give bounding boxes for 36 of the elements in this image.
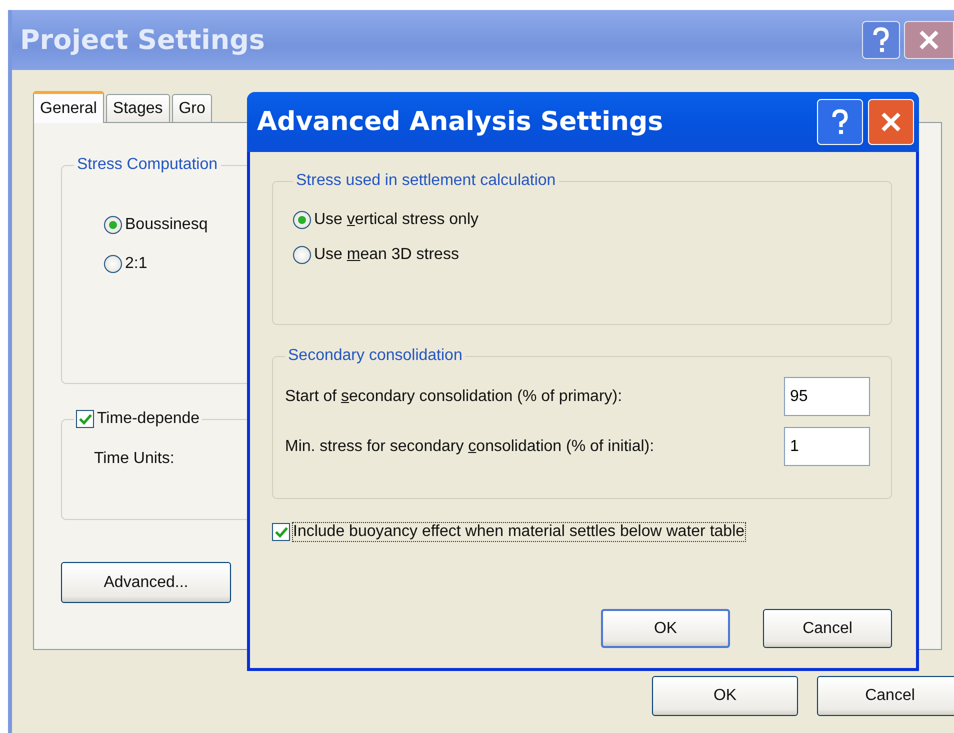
input-field[interactable]: 1 bbox=[784, 427, 870, 466]
radio-label[interactable]: Use mean 3D stress bbox=[314, 246, 459, 264]
tab[interactable]: General bbox=[33, 91, 104, 123]
radio-button[interactable] bbox=[104, 216, 122, 234]
group-label: Stress Computation bbox=[76, 156, 219, 174]
checkbox[interactable] bbox=[272, 523, 290, 541]
ok-button[interactable]: OK bbox=[601, 609, 730, 648]
radio-label[interactable]: Use vertical stress only bbox=[314, 211, 478, 229]
group-label: Stress used in settlement calculation bbox=[295, 172, 557, 190]
window-title: Project Settings bbox=[19, 24, 266, 56]
field-label: Start of secondary consolidation (% of primary): bbox=[285, 388, 622, 406]
radio-button[interactable] bbox=[293, 246, 311, 264]
close-icon bbox=[918, 29, 940, 51]
cancel-button[interactable]: Cancel bbox=[817, 676, 954, 716]
radio-label[interactable]: Boussinesq bbox=[125, 216, 208, 234]
dialog-title: Advanced Analysis Settings bbox=[256, 107, 664, 137]
input-field[interactable]: 95 bbox=[784, 377, 870, 416]
checkbox-label[interactable]: Time-depende bbox=[97, 410, 200, 428]
tab[interactable]: Gro bbox=[172, 94, 212, 122]
radio-label[interactable]: 2:1 bbox=[125, 255, 148, 273]
ok-button[interactable]: OK bbox=[652, 676, 798, 716]
close-icon bbox=[880, 111, 902, 133]
help-button[interactable] bbox=[862, 21, 900, 59]
advanced-button[interactable]: Advanced... bbox=[61, 562, 231, 603]
help-icon bbox=[830, 109, 850, 135]
close-button[interactable] bbox=[904, 21, 954, 59]
field-label: Time Units: bbox=[94, 450, 176, 468]
cancel-button[interactable]: Cancel bbox=[763, 609, 892, 648]
group-label: Secondary consolidation bbox=[287, 347, 464, 365]
field-label: Min. stress for secondary consolidation (% of initial): bbox=[285, 438, 654, 456]
checkbox[interactable] bbox=[76, 410, 94, 428]
radio-button[interactable] bbox=[293, 211, 311, 229]
help-icon bbox=[871, 27, 891, 53]
checkbox-label[interactable]: Include buoyancy effect when material settles below water table bbox=[293, 523, 745, 541]
tab[interactable]: Stages bbox=[106, 94, 170, 122]
radio-button[interactable] bbox=[104, 255, 122, 273]
